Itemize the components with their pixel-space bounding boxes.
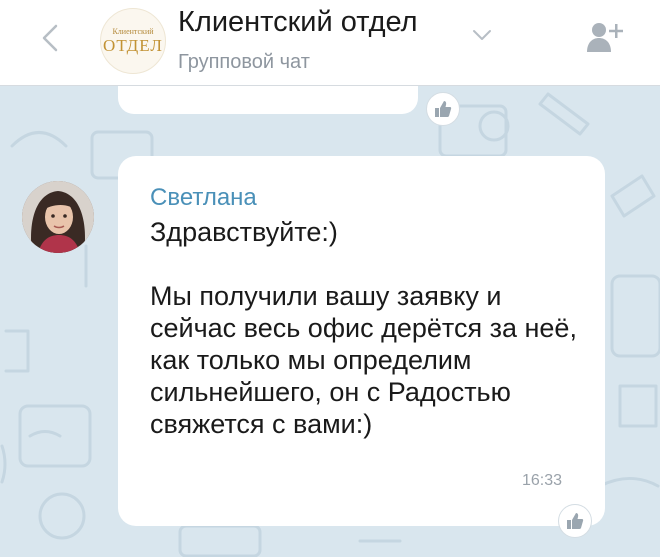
chevron-left-icon <box>42 24 58 52</box>
chat-title[interactable]: Клиентский отдел <box>178 6 418 39</box>
sender-name[interactable]: Светлана <box>150 184 257 212</box>
avatar-photo <box>22 181 94 253</box>
message-bubble[interactable]: Светлана Здравствуйте:) Мы получили вашу… <box>118 156 605 526</box>
back-button[interactable] <box>32 18 68 58</box>
logo-big-text: ОТДЕЛ <box>103 36 163 55</box>
thumbs-up-icon <box>435 101 452 117</box>
message-like-button[interactable] <box>558 504 592 538</box>
add-user-icon <box>587 23 623 52</box>
chevron-down-icon <box>473 30 491 40</box>
chat-subtitle: Групповой чат <box>178 51 310 73</box>
thumbs-up-icon <box>567 513 584 529</box>
sender-avatar[interactable] <box>22 181 94 253</box>
previous-like-button[interactable] <box>426 92 460 126</box>
chat-header: Клиентский ОТДЕЛ Клиентский отдел Группо… <box>0 0 660 86</box>
previous-message-bubble[interactable] <box>118 86 418 114</box>
add-member-button[interactable] <box>585 20 625 54</box>
group-logo[interactable]: Клиентский ОТДЕЛ <box>100 8 166 74</box>
message-text: Здравствуйте:) Мы получили вашу заявку и… <box>150 217 577 439</box>
title-dropdown[interactable] <box>471 28 493 47</box>
logo-small-text: Клиентский <box>112 27 154 36</box>
chat-area[interactable]: Светлана Здравствуйте:) Мы получили вашу… <box>0 86 660 557</box>
message-time: 16:33 <box>522 472 563 489</box>
